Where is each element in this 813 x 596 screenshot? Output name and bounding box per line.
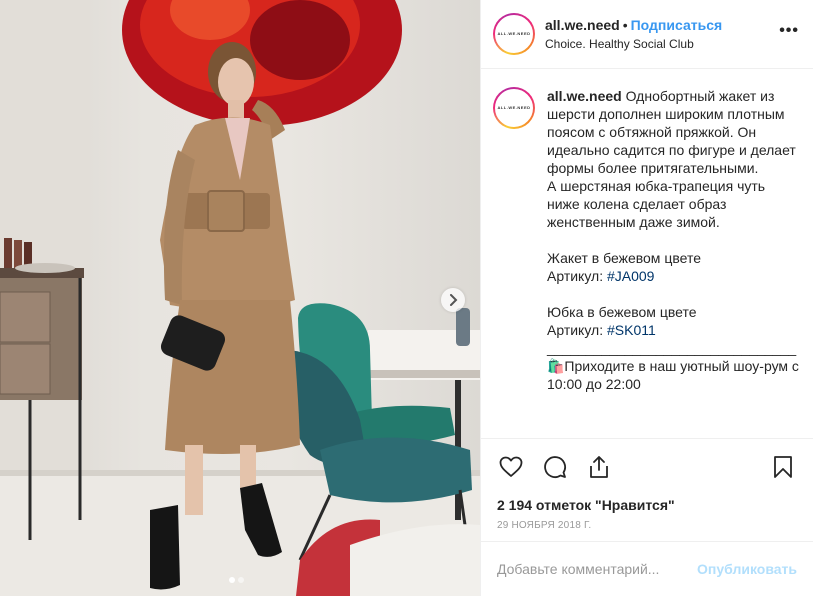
action-bar <box>481 438 813 496</box>
avatar-logo-text: ALL.WE.NEED <box>497 105 531 111</box>
add-comment-bar: Опубликовать <box>481 541 813 596</box>
location-link[interactable]: Choice. Healthy Social Club <box>545 36 779 52</box>
comment-button[interactable] <box>541 453 569 481</box>
caption-body-3: ________________________________ 🛍️Прихо… <box>547 339 799 392</box>
share-button[interactable] <box>585 453 613 481</box>
heart-icon <box>499 456 523 478</box>
post-date[interactable]: 29 ноября 2018 г. <box>481 516 813 542</box>
header-bullet: • <box>622 16 628 33</box>
photo-scene <box>0 0 480 596</box>
avatar-image: ALL.WE.NEED <box>495 88 533 127</box>
likes-count[interactable]: 2 194 отметок "Нравится" <box>481 496 813 516</box>
header-username[interactable]: all.we.need <box>545 17 620 33</box>
post-header: ALL.WE.NEED all.we.need • Подписаться Choi… <box>481 0 813 69</box>
bookmark-icon <box>774 456 792 479</box>
chevron-right-icon <box>450 294 458 306</box>
avatar-image: ALL.WE.NEED <box>495 14 533 53</box>
carousel-next-button[interactable] <box>441 288 465 312</box>
follow-button[interactable]: Подписаться <box>631 17 723 33</box>
post-sidebar: ALL.WE.NEED all.we.need • Подписаться Choi… <box>480 0 813 596</box>
share-icon <box>590 456 608 479</box>
post-photo[interactable] <box>0 0 480 596</box>
avatar-logo-text: ALL.WE.NEED <box>497 31 531 37</box>
like-button[interactable] <box>497 453 525 481</box>
header-text: all.we.need • Подписаться Choice. Healthy … <box>545 16 779 52</box>
caption-username[interactable]: all.we.need <box>547 88 622 104</box>
comment-icon <box>544 456 566 479</box>
caption-text: all.we.need Однобортный жакет из шерсти … <box>547 87 799 439</box>
caption-avatar[interactable]: ALL.WE.NEED <box>493 86 535 129</box>
save-button[interactable] <box>769 453 797 481</box>
comments-area[interactable]: ALL.WE.NEED all.we.need Однобортный жаке… <box>481 69 813 439</box>
hashtag-link[interactable]: #SK011 <box>607 322 656 338</box>
carousel-dots <box>229 577 244 583</box>
avatar[interactable]: ALL.WE.NEED <box>493 12 535 55</box>
comment-input[interactable] <box>497 561 698 578</box>
caption-body-1: Однобортный жакет из шерсти дополнен шир… <box>547 87 796 284</box>
more-options-icon[interactable]: ••• <box>779 22 799 40</box>
publish-button[interactable]: Опубликовать <box>697 561 797 577</box>
carousel-dot-active[interactable] <box>229 577 235 583</box>
post-viewer: ALL.WE.NEED all.we.need • Подписаться Choi… <box>0 0 813 596</box>
hashtag-link[interactable]: #JA009 <box>607 268 654 284</box>
carousel-dot[interactable] <box>238 577 244 583</box>
